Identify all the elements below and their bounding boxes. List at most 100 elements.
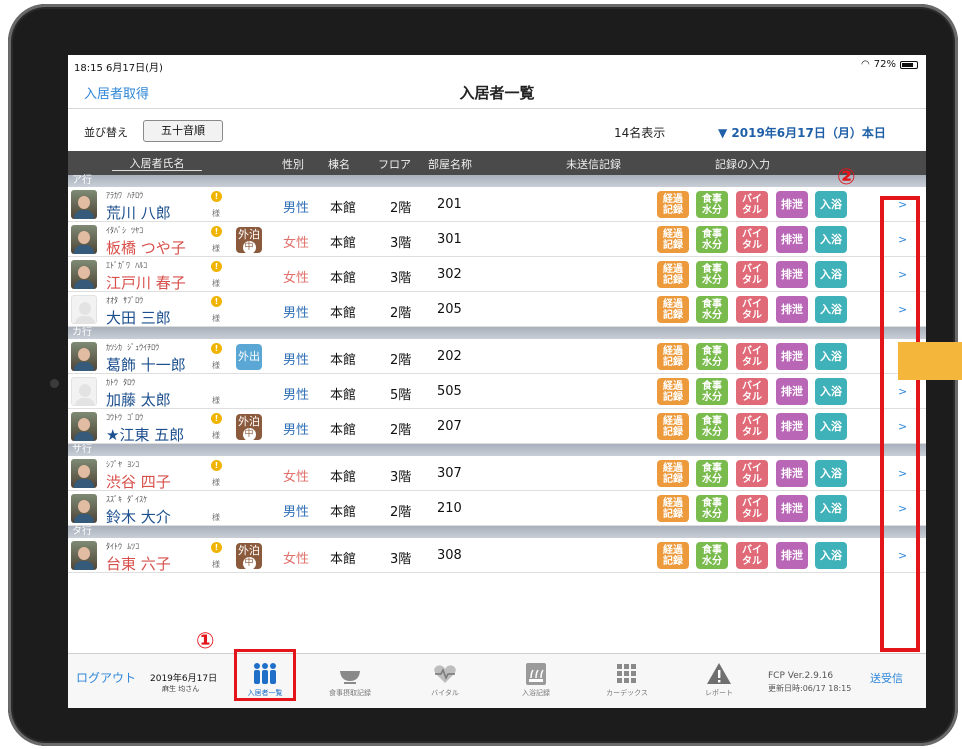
resident-name[interactable]: 渋谷 四子 bbox=[106, 471, 171, 492]
nav-bar: 入居者取得 入居者一覧 bbox=[68, 77, 926, 109]
avatar bbox=[71, 494, 97, 523]
bath-button[interactable]: 入浴 bbox=[815, 495, 847, 522]
resident-kana: ｺｳﾄｳ ｺﾞﾛｳ bbox=[106, 413, 144, 422]
excretion-button[interactable]: 排泄 bbox=[776, 495, 808, 522]
bath-button[interactable]: 入浴 bbox=[815, 378, 847, 405]
excretion-button[interactable]: 排泄 bbox=[776, 261, 808, 288]
excretion-button[interactable]: 排泄 bbox=[776, 343, 808, 370]
meal-water-button[interactable]: 食事 水分 bbox=[696, 378, 728, 405]
progress-record-button[interactable]: 経過 記録 bbox=[657, 495, 689, 522]
col-input: 記録の入力 bbox=[715, 158, 770, 171]
resident-row[interactable]: ｵｵﾀ ｻﾌﾞﾛｳ 大田 三郎! 様男性 本館 2階 205 経過 記録 食事 水分 バイ タル 排泄入… bbox=[68, 292, 926, 327]
vital-button[interactable]: バイ タル bbox=[736, 343, 768, 370]
button-line: バイ bbox=[742, 194, 762, 205]
resident-name[interactable]: 鈴木 大介 bbox=[106, 506, 171, 527]
meal-water-button[interactable]: 食事 水分 bbox=[696, 226, 728, 253]
meal-water-button[interactable]: 食事 水分 bbox=[696, 460, 728, 487]
resident-room: 205 bbox=[437, 302, 462, 317]
vital-button[interactable]: バイ タル bbox=[736, 191, 768, 218]
vital-button[interactable]: バイ タル bbox=[736, 226, 768, 253]
resident-row[interactable]: ﾀｲﾄｳ ﾑﾂｺ 台東 六子! 様外泊中女性 本館 3階 308 経過 記録 食事 水分 バイ タル排… bbox=[68, 538, 926, 573]
status-badge-overnight: 外泊中 bbox=[236, 543, 262, 570]
resident-name[interactable]: 江戸川 春子 bbox=[106, 272, 186, 293]
resident-row[interactable]: ｽｽﾞｷ ﾀﾞｲｽｹ 鈴木 大介様男性 本館 2階 210 経過 記録 食事 水分 バイ タル 排泄入… bbox=[68, 491, 926, 526]
resident-kana: ﾀｲﾄｳ ﾑﾂｺ bbox=[106, 542, 140, 551]
bath-button[interactable]: 入浴 bbox=[815, 296, 847, 323]
meal-water-button[interactable]: 食事 水分 bbox=[696, 343, 728, 370]
button-line: バイ bbox=[742, 545, 762, 556]
alert-icon: ! bbox=[211, 343, 222, 354]
button-line: バイ bbox=[742, 463, 762, 474]
vital-button[interactable]: バイ タル bbox=[736, 296, 768, 323]
resident-name[interactable]: 台東 六子 bbox=[106, 553, 171, 574]
excretion-button[interactable]: 排泄 bbox=[776, 413, 808, 440]
progress-record-button[interactable]: 経過 記録 bbox=[657, 542, 689, 569]
vital-button[interactable]: バイ タル bbox=[736, 460, 768, 487]
button-line: タル bbox=[742, 392, 762, 403]
sync-button[interactable]: 送受信 bbox=[870, 670, 903, 686]
bath-button[interactable]: 入浴 bbox=[815, 191, 847, 218]
excretion-button[interactable]: 排泄 bbox=[776, 296, 808, 323]
tab-meal-record[interactable]: 食事摂取記録 bbox=[315, 662, 385, 698]
resident-row[interactable]: ｱﾗｶﾜ ﾊﾁﾛｳ 荒川 八郎! 様男性 本館 2階 201 経過 記録 食事 水分 バイ タル 排泄入… bbox=[68, 187, 926, 222]
progress-record-button[interactable]: 経過 記録 bbox=[657, 343, 689, 370]
resident-room: 301 bbox=[437, 232, 462, 247]
excretion-button[interactable]: 排泄 bbox=[776, 460, 808, 487]
resident-name[interactable]: ★江東 五郎 bbox=[106, 424, 184, 445]
bath-button[interactable]: 入浴 bbox=[815, 261, 847, 288]
logout-button[interactable]: ログアウト bbox=[76, 669, 136, 686]
progress-record-button[interactable]: 経過 記録 bbox=[657, 378, 689, 405]
resident-room: 201 bbox=[437, 197, 462, 212]
progress-record-button[interactable]: 経過 記録 bbox=[657, 226, 689, 253]
resident-name[interactable]: 加藤 太郎 bbox=[106, 389, 171, 410]
meal-water-button[interactable]: 食事 水分 bbox=[696, 542, 728, 569]
resident-name[interactable]: 板橋 つや子 bbox=[106, 237, 186, 258]
resident-row[interactable]: ｲﾀﾊﾞｼ ﾂﾔｺ 板橋 つや子! 様外泊中女性 本館 3階 301 経過 記録 食事 水分 バイタ… bbox=[68, 222, 926, 257]
resident-name[interactable]: 荒川 八郎 bbox=[106, 202, 171, 223]
resident-row[interactable]: ｶﾄｳ ﾀﾛｳ 加藤 太郎様男性 本館 5階 505 経過 記録 食事 水分 バイ タル 排泄 入浴 > bbox=[68, 374, 926, 409]
bath-button[interactable]: 入浴 bbox=[815, 226, 847, 253]
vital-button[interactable]: バイ タル bbox=[736, 495, 768, 522]
resident-name[interactable]: 葛飾 十一郎 bbox=[106, 354, 186, 375]
button-line: 記録 bbox=[663, 392, 683, 403]
tab-kardex[interactable]: カーデックス bbox=[592, 662, 662, 698]
meal-water-button[interactable]: 食事 水分 bbox=[696, 495, 728, 522]
progress-record-button[interactable]: 経過 記録 bbox=[657, 191, 689, 218]
meal-water-button[interactable]: 食事 水分 bbox=[696, 413, 728, 440]
badge-mid: 中 bbox=[242, 428, 256, 441]
bath-button[interactable]: 入浴 bbox=[815, 542, 847, 569]
excretion-button[interactable]: 排泄 bbox=[776, 378, 808, 405]
vital-button[interactable]: バイ タル bbox=[736, 261, 768, 288]
resident-row[interactable]: ｶﾂｼｶ ｼﾞｭｳｲﾁﾛｳ 葛飾 十一郎! 様外出 男性 本館 2階 202 経過 記録 食事 水分… bbox=[68, 339, 926, 374]
progress-record-button[interactable]: 経過 記録 bbox=[657, 296, 689, 323]
resident-room: 505 bbox=[437, 384, 462, 399]
vital-button[interactable]: バイ タル bbox=[736, 378, 768, 405]
tab-vital[interactable]: バイタル bbox=[410, 662, 480, 698]
tab-bath-record[interactable]: 入浴記録 bbox=[501, 662, 571, 698]
resident-row[interactable]: ｼﾌﾞﾔ ﾖﾝｺ 渋谷 四子! 様女性 本館 3階 307 経過 記録 食事 水分 バイ タル 排泄 入浴… bbox=[68, 456, 926, 491]
bath-button[interactable]: 入浴 bbox=[815, 343, 847, 370]
meal-water-button[interactable]: 食事 水分 bbox=[696, 191, 728, 218]
progress-record-button[interactable]: 経過 記録 bbox=[657, 413, 689, 440]
excretion-button[interactable]: 排泄 bbox=[776, 191, 808, 218]
resident-row[interactable]: ｺｳﾄｳ ｺﾞﾛｳ ★江東 五郎! 様外泊中男性 本館 2階 207 経過 記録 食事 水分 バイタ… bbox=[68, 409, 926, 444]
bath-button[interactable]: 入浴 bbox=[815, 413, 847, 440]
button-line: バイ bbox=[742, 498, 762, 509]
sort-order-button[interactable]: 五十音順 bbox=[143, 120, 223, 142]
resident-row[interactable]: ｴﾄﾞｶﾞﾜ ﾊﾙｺ 江戸川 春子! 様女性 本館 3階 302 経過 記録 食事 水分 バイ タル排… bbox=[68, 257, 926, 292]
tab-report[interactable]: レポート bbox=[684, 662, 754, 698]
resident-name[interactable]: 大田 三郎 bbox=[106, 307, 171, 328]
date-selector[interactable]: ▼ 2019年6月17日（月）本日 bbox=[718, 124, 886, 141]
vital-button[interactable]: バイ タル bbox=[736, 542, 768, 569]
vital-button[interactable]: バイ タル bbox=[736, 413, 768, 440]
excretion-button[interactable]: 排泄 bbox=[776, 226, 808, 253]
excretion-button[interactable]: 排泄 bbox=[776, 542, 808, 569]
meal-water-button[interactable]: 食事 水分 bbox=[696, 296, 728, 323]
resident-building: 本館 bbox=[330, 271, 357, 286]
progress-record-button[interactable]: 経過 記録 bbox=[657, 261, 689, 288]
resident-floor: 2階 bbox=[390, 505, 412, 520]
progress-record-button[interactable]: 経過 記録 bbox=[657, 460, 689, 487]
button-line: 経過 bbox=[663, 463, 683, 474]
bath-button[interactable]: 入浴 bbox=[815, 460, 847, 487]
meal-water-button[interactable]: 食事 水分 bbox=[696, 261, 728, 288]
